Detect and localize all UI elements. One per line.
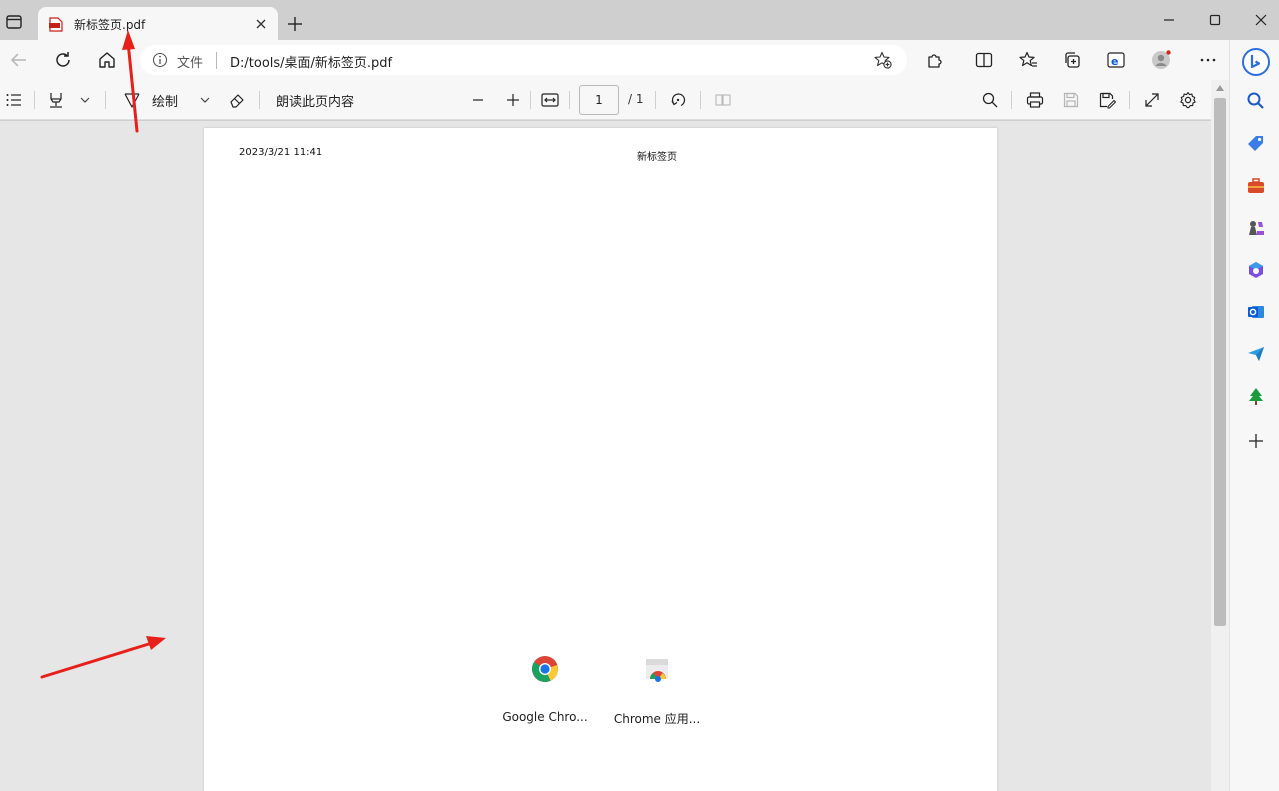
highlight-dropdown-icon[interactable] bbox=[76, 91, 94, 109]
minimize-icon[interactable] bbox=[1162, 13, 1176, 27]
save-as-icon[interactable] bbox=[1098, 91, 1116, 109]
chrome-icon bbox=[532, 656, 558, 682]
print-icon[interactable] bbox=[1026, 91, 1044, 109]
zoom-out-icon[interactable] bbox=[469, 91, 487, 109]
profile-avatar-icon[interactable] bbox=[1151, 50, 1171, 70]
tab-active[interactable]: 新标签页.pdf bbox=[38, 7, 278, 41]
eraser-icon[interactable] bbox=[228, 91, 246, 109]
browser-window: 新标签页.pdf 文件 D:/tools/桌面/新标签页.pdf e 绘制 朗读… bbox=[0, 0, 1279, 791]
new-tab-icon[interactable] bbox=[287, 16, 303, 32]
pdf-viewport[interactable]: 2023/3/21 11:41 新标签页 Google Chro... Chro… bbox=[0, 121, 1211, 791]
draw-dropdown-icon[interactable] bbox=[196, 91, 214, 109]
zoom-in-icon[interactable] bbox=[504, 91, 522, 109]
fit-to-width-icon[interactable] bbox=[541, 91, 559, 109]
page-view-icon[interactable] bbox=[714, 91, 732, 109]
edge-sidebar bbox=[1229, 40, 1279, 791]
toolbar-divider bbox=[34, 91, 35, 109]
scroll-up-icon[interactable] bbox=[1216, 85, 1224, 91]
highlight-icon[interactable] bbox=[47, 91, 65, 109]
toolbar-divider bbox=[1129, 91, 1130, 109]
svg-text:e: e bbox=[1111, 55, 1118, 68]
toolbar-divider bbox=[259, 91, 260, 109]
app-tile-google-chrome[interactable]: Google Chro... bbox=[493, 655, 597, 735]
scroll-thumb[interactable] bbox=[1214, 98, 1226, 626]
tab-title: 新标签页.pdf bbox=[74, 18, 146, 32]
split-screen-icon[interactable] bbox=[974, 50, 994, 70]
toolbar-divider bbox=[700, 91, 701, 109]
fullscreen-icon[interactable] bbox=[1143, 91, 1161, 109]
toolbar-divider bbox=[569, 91, 570, 109]
settings-gear-icon[interactable] bbox=[1179, 91, 1197, 109]
pdf-page: 2023/3/21 11:41 新标签页 Google Chro... Chro… bbox=[204, 128, 997, 791]
app-tile-chrome-apps[interactable]: Chrome 应用... bbox=[605, 655, 709, 735]
maximize-icon[interactable] bbox=[1208, 13, 1222, 27]
address-scheme-label: 文件 bbox=[177, 56, 204, 71]
extensions-icon[interactable] bbox=[925, 50, 945, 70]
toolbar-divider bbox=[1011, 91, 1012, 109]
pdf-toolbar: 绘制 朗读此页内容 1 / 1 bbox=[0, 80, 1229, 120]
collections-icon[interactable] bbox=[1062, 50, 1082, 70]
games-chess-icon[interactable] bbox=[1246, 218, 1266, 238]
add-favorite-icon[interactable] bbox=[874, 51, 892, 69]
address-url[interactable]: D:/tools/桌面/新标签页.pdf bbox=[230, 52, 392, 71]
info-icon[interactable] bbox=[152, 52, 168, 68]
page-total: / 1 bbox=[628, 92, 644, 106]
address-divider bbox=[216, 52, 217, 69]
draw-label[interactable]: 绘制 bbox=[152, 91, 178, 110]
vertical-scrollbar[interactable] bbox=[1211, 80, 1229, 791]
navigation-bar: 文件 D:/tools/桌面/新标签页.pdf e bbox=[0, 40, 1229, 80]
tree-icon[interactable] bbox=[1246, 386, 1266, 406]
add-icon[interactable] bbox=[1246, 431, 1266, 451]
toolbar-divider bbox=[530, 91, 531, 109]
tab-actions-icon[interactable] bbox=[5, 13, 23, 31]
app-label: Google Chro... bbox=[502, 710, 588, 724]
toolbar-divider bbox=[105, 91, 106, 109]
tools-briefcase-icon[interactable] bbox=[1246, 176, 1266, 196]
ie-mode-icon[interactable]: e bbox=[1106, 50, 1126, 70]
save-icon[interactable] bbox=[1062, 91, 1080, 109]
rotate-icon[interactable] bbox=[669, 91, 687, 109]
draw-pen-icon[interactable] bbox=[123, 91, 141, 109]
page-header-date: 2023/3/21 11:41 bbox=[239, 147, 323, 158]
more-options-icon[interactable] bbox=[1198, 50, 1218, 70]
outlook-icon[interactable] bbox=[1246, 302, 1266, 322]
search-icon[interactable] bbox=[1246, 91, 1266, 111]
pdf-file-icon bbox=[49, 17, 63, 32]
chrome-apps-icon bbox=[646, 659, 668, 682]
tab-close-icon[interactable] bbox=[254, 17, 268, 31]
address-bar[interactable]: 文件 D:/tools/桌面/新标签页.pdf bbox=[140, 45, 907, 75]
close-window-icon[interactable] bbox=[1254, 13, 1268, 27]
toolbar-divider bbox=[655, 91, 656, 109]
title-bar: 新标签页.pdf bbox=[0, 0, 1279, 41]
favorites-icon[interactable] bbox=[1018, 50, 1038, 70]
page-number-input[interactable]: 1 bbox=[579, 85, 619, 115]
page-header-title: 新标签页 bbox=[637, 152, 677, 163]
search-icon[interactable] bbox=[981, 91, 999, 109]
microsoft365-icon[interactable] bbox=[1246, 260, 1266, 280]
table-of-contents-icon[interactable] bbox=[5, 91, 23, 109]
back-arrow-icon[interactable] bbox=[9, 50, 29, 70]
home-icon[interactable] bbox=[97, 50, 117, 70]
telegram-send-icon[interactable] bbox=[1246, 344, 1266, 364]
bing-icon[interactable] bbox=[1242, 48, 1270, 76]
read-aloud-button[interactable]: 朗读此页内容 bbox=[276, 91, 354, 110]
shopping-tag-icon[interactable] bbox=[1246, 134, 1266, 154]
app-label: Chrome 应用... bbox=[613, 712, 701, 726]
refresh-icon[interactable] bbox=[53, 50, 73, 70]
